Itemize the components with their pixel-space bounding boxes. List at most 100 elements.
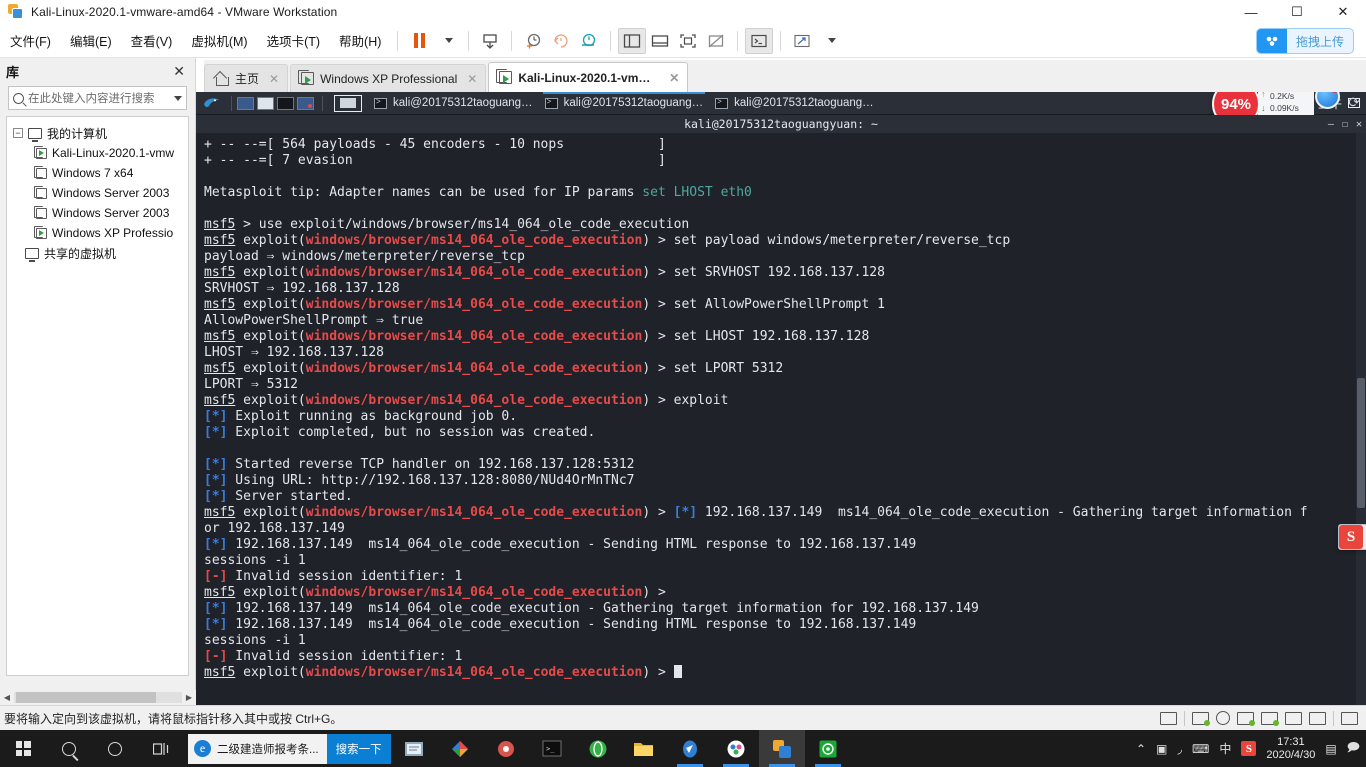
sound-icon[interactable] bbox=[1261, 711, 1279, 726]
task-view-button[interactable] bbox=[138, 730, 184, 767]
search-submit-button[interactable]: 搜索一下 bbox=[326, 733, 391, 764]
scrollbar-track[interactable] bbox=[14, 692, 182, 703]
harddisk-icon[interactable] bbox=[1192, 711, 1210, 726]
taskbar-app-blue-bird[interactable] bbox=[667, 730, 713, 767]
tab-close-icon[interactable]: ✕ bbox=[467, 72, 477, 86]
terminal-scrollbar[interactable] bbox=[1356, 133, 1366, 705]
maximize-button[interactable]: ☐ bbox=[1274, 0, 1320, 24]
terminal-minimize-button[interactable]: — bbox=[1328, 119, 1334, 130]
workspace-1-button[interactable] bbox=[237, 96, 254, 110]
taskbar-clock[interactable]: 17:31 2020/4/30 bbox=[1266, 736, 1315, 762]
workspace-3-button[interactable] bbox=[277, 96, 294, 110]
task-view-icon bbox=[152, 742, 168, 755]
tab-close-icon[interactable]: ✕ bbox=[669, 71, 679, 85]
tree-item-shared-vms[interactable]: 共享的虚拟机 bbox=[11, 243, 184, 263]
tab-close-icon[interactable]: ✕ bbox=[269, 72, 279, 86]
unity-mode-button[interactable] bbox=[702, 28, 730, 54]
suspend-button[interactable] bbox=[405, 28, 433, 54]
vm-guest-screen[interactable]: kali@20175312taoguang… kali@20175312taog… bbox=[196, 92, 1366, 705]
terminal-output[interactable]: + -- --=[ 564 payloads - 45 encoders - 1… bbox=[196, 133, 1366, 705]
taskbar-window-2[interactable]: kali@20175312taoguang… bbox=[539, 92, 710, 114]
tree-item-kali[interactable]: Kali-Linux-2020.1-vmw bbox=[11, 143, 184, 163]
taskbar-app-colorful[interactable] bbox=[437, 730, 483, 767]
tree-item-win7[interactable]: Windows 7 x64 bbox=[11, 163, 184, 183]
sogou-ime-toolbar[interactable]: S 中 °, ☺ 🎤 ⛶ bbox=[1338, 524, 1366, 550]
show-library-button[interactable] bbox=[618, 27, 647, 54]
ime-mode-indicator[interactable]: 中 bbox=[1219, 740, 1231, 757]
revert-snapshot-button[interactable] bbox=[547, 28, 575, 54]
scrollbar-thumb[interactable] bbox=[16, 692, 156, 703]
taskbar-window-1[interactable]: kali@20175312taoguang… bbox=[368, 93, 539, 114]
onedrive-icon[interactable]: ▣ bbox=[1156, 742, 1167, 756]
menu-view[interactable]: 查看(V) bbox=[122, 28, 182, 53]
action-center-icon[interactable]: 🗩 bbox=[1347, 738, 1360, 759]
taskbar-window-3[interactable]: kali@20175312taoguang… bbox=[709, 93, 880, 114]
scroll-left-arrow-icon[interactable]: ◀ bbox=[0, 693, 14, 702]
menu-edit[interactable]: 编辑(E) bbox=[61, 28, 121, 53]
menu-vm[interactable]: 虚拟机(M) bbox=[182, 28, 256, 53]
console-view-button[interactable] bbox=[745, 27, 774, 54]
tree-item-server2003-a[interactable]: Windows Server 2003 bbox=[11, 183, 184, 203]
notes-icon[interactable]: ▤ bbox=[1325, 742, 1336, 756]
tab-kali-linux[interactable]: Kali-Linux-2020.1-vmwar... ✕ bbox=[488, 62, 689, 92]
sogou-logo-icon[interactable]: S bbox=[1339, 525, 1363, 549]
tree-item-server2003-b[interactable]: Windows Server 2003 bbox=[11, 203, 184, 223]
taskbar-app-explorer[interactable] bbox=[621, 730, 667, 767]
show-thumbnail-bar-button[interactable] bbox=[646, 28, 674, 54]
close-button[interactable]: ✕ bbox=[1320, 0, 1366, 24]
start-button[interactable] bbox=[0, 730, 46, 767]
keyboard-layout-icon[interactable]: ⌨ bbox=[1192, 742, 1209, 756]
wifi-icon[interactable]: ◞ bbox=[1177, 742, 1182, 756]
manage-snapshots-button[interactable] bbox=[575, 28, 603, 54]
network-adapter-icon[interactable] bbox=[1237, 711, 1255, 726]
taskbar-app-cloud[interactable] bbox=[713, 730, 759, 767]
library-search[interactable]: 在此处键入内容进行搜索 bbox=[8, 86, 187, 110]
fullscreen-button[interactable] bbox=[674, 28, 702, 54]
cortana-button[interactable] bbox=[92, 730, 138, 767]
taskbar-app-browser-green[interactable] bbox=[575, 730, 621, 767]
taskbar-app-media[interactable] bbox=[483, 730, 529, 767]
taskbar-app-notepad[interactable] bbox=[391, 730, 437, 767]
snapshot-manager-button[interactable] bbox=[476, 28, 504, 54]
drag-upload-button[interactable]: 拖拽上传 bbox=[1255, 28, 1354, 54]
workspace-2-button[interactable] bbox=[257, 96, 274, 110]
library-horizontal-scrollbar[interactable]: ◀ ▶ bbox=[0, 690, 196, 705]
printer-icon[interactable] bbox=[1309, 711, 1326, 725]
menu-tabs[interactable]: 选项卡(T) bbox=[258, 28, 329, 53]
stretch-view-button[interactable] bbox=[788, 28, 816, 54]
library-close-icon[interactable]: ✕ bbox=[169, 63, 189, 80]
message-log-icon[interactable] bbox=[1341, 711, 1358, 725]
expander-icon[interactable]: − bbox=[13, 128, 23, 138]
refresh-icon[interactable]: ⟳ bbox=[1348, 94, 1360, 111]
chevron-down-icon[interactable] bbox=[174, 95, 182, 101]
stretch-dropdown-button[interactable] bbox=[816, 28, 844, 54]
terminal-text: windows/browser/ms14_064_ole_code_execut… bbox=[305, 265, 643, 280]
menu-help[interactable]: 帮助(H) bbox=[330, 28, 390, 53]
kali-menu-icon[interactable] bbox=[202, 95, 222, 112]
tree-item-winxp[interactable]: Windows XP Professio bbox=[11, 223, 184, 243]
tab-windows-xp[interactable]: Windows XP Professional ✕ bbox=[290, 64, 487, 92]
terminal-close-button[interactable]: ✕ bbox=[1356, 119, 1362, 130]
terminal-window[interactable]: kali@20175312taoguangyuan: ~ — ☐ ✕ + -- … bbox=[196, 115, 1366, 705]
taskbar-app-vmware[interactable] bbox=[758, 730, 805, 767]
show-hidden-icons-chevron[interactable]: ⌃ bbox=[1136, 742, 1146, 756]
ie-search-box[interactable]: e 二级建造师报考条... 搜索一下 bbox=[188, 733, 391, 764]
tab-home[interactable]: 主页 ✕ bbox=[204, 64, 289, 92]
minimize-button[interactable]: — bbox=[1228, 0, 1274, 24]
menu-file[interactable]: 文件(F) bbox=[1, 28, 60, 53]
sogou-tray-icon[interactable]: S bbox=[1241, 741, 1257, 756]
take-snapshot-button[interactable] bbox=[519, 28, 547, 54]
vm-screen-icon[interactable] bbox=[1160, 711, 1177, 725]
taskbar-search-button[interactable] bbox=[46, 730, 92, 767]
power-dropdown-button[interactable] bbox=[433, 28, 461, 54]
workspace-4-button[interactable] bbox=[297, 96, 314, 110]
usb-icon[interactable] bbox=[1285, 711, 1302, 725]
scroll-right-arrow-icon[interactable]: ▶ bbox=[182, 693, 196, 702]
taskbar-app-green-note[interactable] bbox=[805, 730, 851, 767]
terminal-maximize-button[interactable]: ☐ bbox=[1342, 119, 1348, 130]
taskbar-app-cmd[interactable]: >_ bbox=[529, 730, 575, 767]
show-desktop-button[interactable] bbox=[334, 94, 362, 112]
tree-item-my-computer[interactable]: − 我的计算机 bbox=[11, 123, 184, 143]
scrollbar-thumb[interactable] bbox=[1357, 378, 1365, 508]
cdrom-icon[interactable] bbox=[1216, 711, 1230, 725]
